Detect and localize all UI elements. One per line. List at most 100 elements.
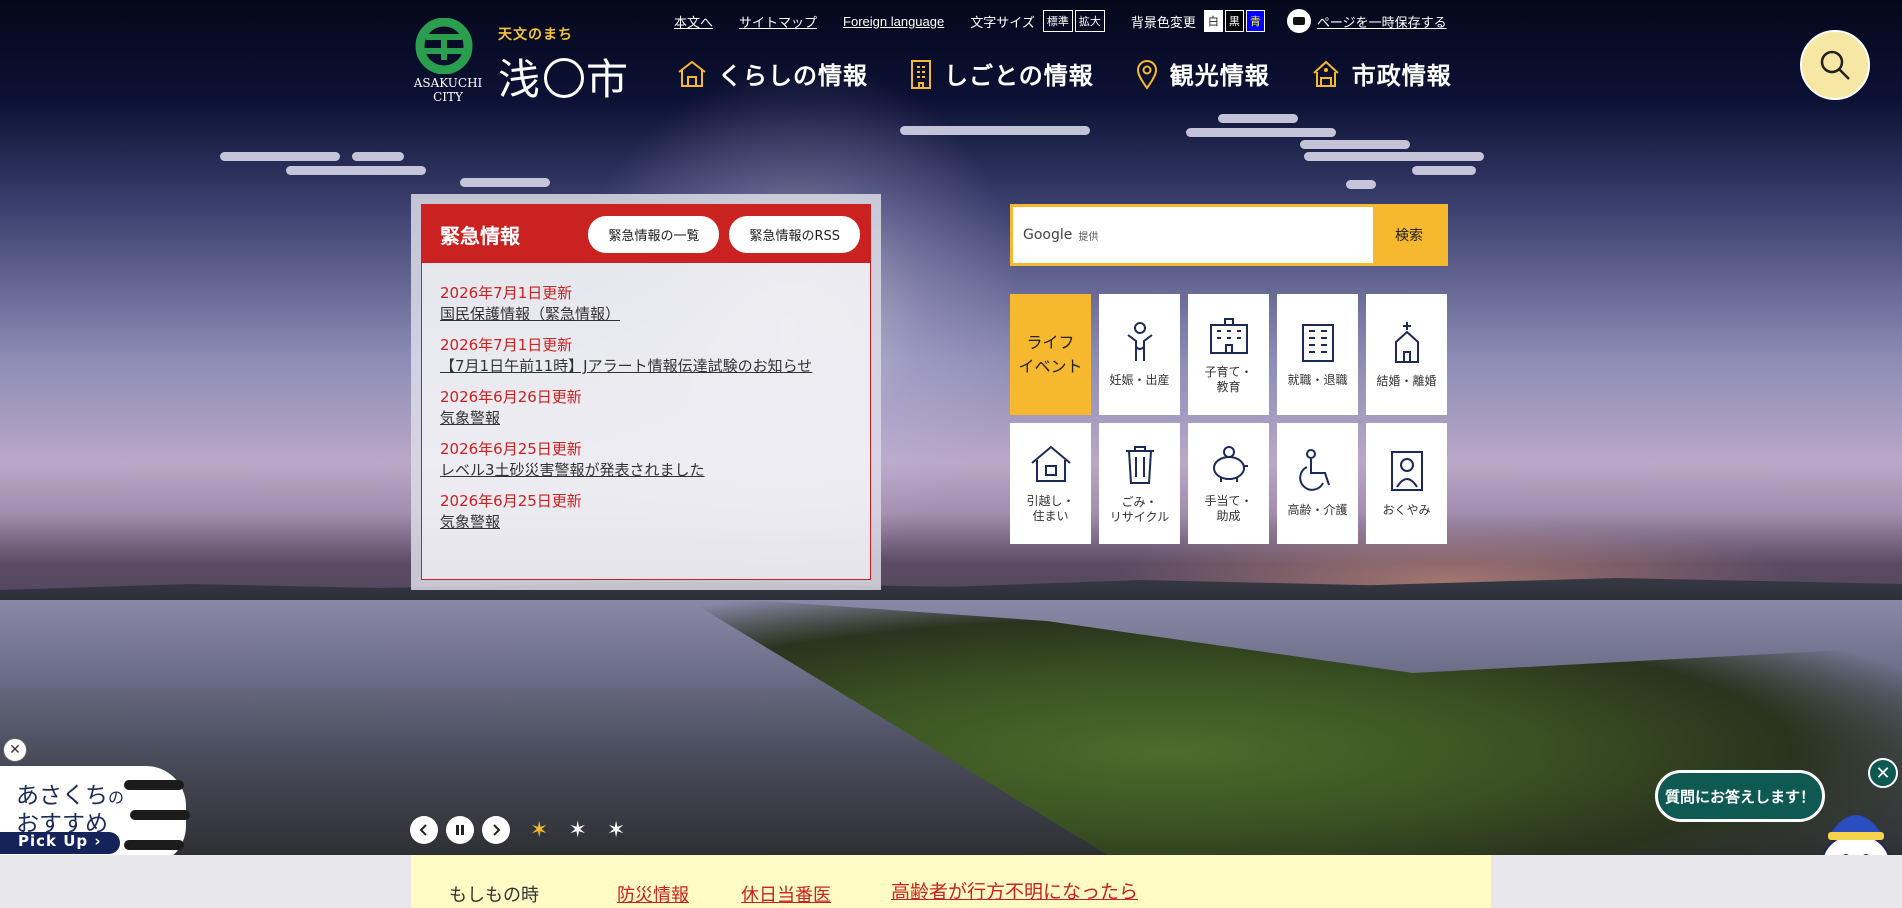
next-slide-button[interactable] (482, 816, 510, 844)
tile-pregnancy[interactable]: 妊娠・出産 (1099, 294, 1180, 415)
piggy-bank-icon (1212, 445, 1248, 482)
emergency-title: 緊急情報 (440, 223, 520, 248)
search-brand: Google (1023, 227, 1073, 243)
site-search-button[interactable] (1800, 30, 1870, 100)
bg-black-button[interactable]: 黒 (1224, 10, 1244, 32)
cloud-strip (900, 126, 1090, 135)
city-name-english-line1: ASAKUCHI (413, 76, 483, 90)
bg-white-button[interactable]: 白 (1203, 10, 1223, 32)
nav-work-label: しごとの情報 (944, 62, 1094, 90)
person-icon (1126, 322, 1153, 361)
tile-recycling[interactable]: ごみ・ リサイクル (1099, 423, 1180, 544)
cloud-strip (1300, 140, 1410, 149)
tile-label: 引越し・ (1026, 493, 1075, 508)
search-provided: 提供 (1078, 231, 1099, 243)
emergency-link[interactable]: 国民保護情報（緊急情報） (440, 304, 852, 325)
cloud-strip (286, 166, 426, 175)
prev-slide-button[interactable] (410, 816, 438, 844)
nav-tourism-info[interactable]: 観光情報 (1134, 56, 1270, 91)
chapel-icon (1394, 322, 1419, 363)
foreign-language-link[interactable]: Foreign language (843, 14, 944, 29)
list-item: 2026年6月25日更新 レベル3土砂災害警報が発表されました (440, 439, 852, 481)
holiday-doctor-link[interactable]: 休日当番医 (741, 881, 831, 907)
office-building-icon (911, 59, 931, 89)
disaster-info-link[interactable]: 防災情報 (617, 881, 689, 907)
font-size-label: 文字サイズ (970, 15, 1035, 31)
nav-tourism-label: 観光情報 (1169, 62, 1270, 90)
emergency-link[interactable]: レベル3土砂災害警報が発表されました (440, 460, 852, 481)
chatbot-close-icon[interactable]: ✕ (1868, 758, 1898, 788)
portrait-icon (1390, 451, 1423, 491)
pickup-button-label: Pick Up (18, 832, 89, 850)
skip-to-content-link[interactable]: 本文へ (674, 12, 713, 31)
tile-childcare[interactable]: 子育て・ 教育 (1188, 294, 1269, 415)
tile-elderly-care[interactable]: 高齢・介護 (1277, 423, 1358, 544)
font-size-standard-button[interactable]: 標準 (1042, 10, 1073, 32)
city-logo[interactable]: ASAKUCHI CITY 天文のまち 浅市 (410, 16, 635, 106)
chevron-left-icon (419, 824, 427, 836)
emergency-guide-label: もしもの時 (449, 885, 539, 906)
wheelchair-icon (1298, 449, 1330, 491)
cloud-strip (1186, 128, 1336, 137)
tile-marriage[interactable]: 結婚・離婚 (1366, 294, 1447, 415)
slideshow-controls: ✶ ✶ ✶ (410, 816, 625, 844)
list-item: 2026年6月26日更新 気象警報 (440, 387, 852, 429)
moon-ring-icon (544, 58, 585, 98)
nav-government-label: 市政情報 (1351, 62, 1452, 90)
tile-label-2: 教育 (1216, 379, 1241, 394)
tile-employment[interactable]: 就職・退職 (1277, 294, 1358, 415)
emergency-list: 2026年7月1日更新 国民保護情報（緊急情報） 2026年7月1日更新 【7月… (422, 263, 870, 533)
save-page-link[interactable]: ページを一時保存する (1286, 9, 1447, 33)
font-size-large-button[interactable]: 拡大 (1074, 10, 1105, 32)
slide-indicator-1-icon[interactable]: ✶ (530, 818, 548, 843)
tile-label: 高齢・介護 (1287, 503, 1348, 517)
search-input[interactable]: Google 提供 (1013, 207, 1373, 263)
global-nav: くらしの情報 しごとの情報 観光情報 市政情報 (676, 56, 1452, 91)
emergency-date: 2026年7月1日更新 (440, 284, 573, 302)
pickup-close-icon[interactable]: ✕ (3, 738, 27, 762)
emergency-link[interactable]: 【7月1日午前11時】Jアラート情報伝達試験のお知らせ (440, 356, 852, 377)
tile-label: ごみ・ (1121, 494, 1158, 509)
emergency-date: 2026年6月25日更新 (440, 492, 582, 510)
nav-work-info[interactable]: しごとの情報 (908, 56, 1094, 91)
tile-condolence[interactable]: おくやみ (1366, 423, 1447, 544)
house-icon (678, 60, 706, 87)
emergency-date: 2026年6月25日更新 (440, 440, 582, 458)
chatbot-bubble[interactable]: 質問にお答えします！ (1655, 770, 1825, 822)
life-event-grid: ライフ イベント 妊娠・出産 子育て・ 教育 就職・退職 結婚・離婚 引越し・ … (1010, 294, 1448, 544)
tile-label: おくやみ (1382, 503, 1431, 517)
emergency-box: 緊急情報 緊急情報の一覧 緊急情報のRSS 2026年7月1日更新 国民保護情報… (421, 204, 871, 580)
emergency-panel: 緊急情報 緊急情報の一覧 緊急情報のRSS 2026年7月1日更新 国民保護情報… (411, 194, 881, 590)
city-name-english-line2: CITY (433, 90, 463, 104)
pickup-banner[interactable]: あさくちの おすすめ Pick Up › (0, 766, 190, 866)
tile-allowance[interactable]: 手当て・ 助成 (1188, 423, 1269, 544)
emergency-rss-button[interactable]: 緊急情報のRSS (729, 215, 860, 253)
nav-living-info[interactable]: くらしの情報 (676, 56, 868, 91)
cloud-strip (1218, 114, 1298, 123)
pickup-button[interactable]: Pick Up › (0, 832, 120, 854)
search-submit-button[interactable]: 検索 (1373, 207, 1445, 263)
pickup-decor-stripe (124, 840, 184, 850)
sitemap-link[interactable]: サイトマップ (739, 12, 817, 31)
logo-tagline: 天文のまち (498, 27, 573, 43)
life-event-heading-line2: イベント (1018, 356, 1083, 376)
house-icon (1030, 445, 1071, 482)
life-event-heading-line1: ライフ (1026, 332, 1075, 352)
missing-elderly-link[interactable]: 高齢者が行方不明になったら (891, 877, 1138, 904)
chevron-right-icon (493, 824, 501, 836)
tile-moving[interactable]: 引越し・ 住まい (1010, 423, 1091, 544)
city-hall-icon (1313, 60, 1339, 87)
slide-indicator-2-icon[interactable]: ✶ (568, 818, 586, 843)
slide-indicator-3-icon[interactable]: ✶ (607, 818, 625, 843)
tile-label: 妊娠・出産 (1109, 373, 1170, 387)
bg-blue-button[interactable]: 青 (1245, 10, 1265, 32)
city-name: 浅市 (498, 46, 630, 107)
emergency-link[interactable]: 気象警報 (440, 408, 852, 429)
pause-slide-button[interactable] (446, 816, 474, 844)
emergency-list-button[interactable]: 緊急情報の一覧 (588, 215, 720, 253)
tile-label-2: 住まい (1032, 508, 1069, 523)
chevron-right-icon: › (94, 832, 102, 850)
nav-government-info[interactable]: 市政情報 (1310, 56, 1452, 91)
life-event-heading: ライフ イベント (1010, 294, 1091, 415)
emergency-link[interactable]: 気象警報 (440, 512, 852, 533)
